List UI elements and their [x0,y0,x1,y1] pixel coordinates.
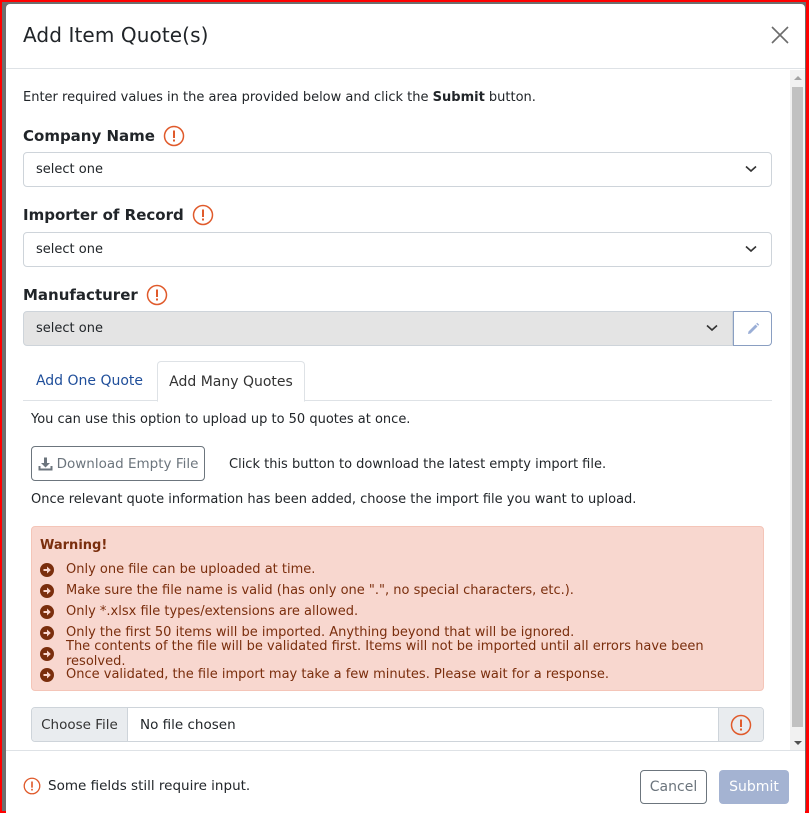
scroll-up-arrow-icon [793,75,802,80]
warning-item-text: Only one file can be uploaded at time. [66,562,316,577]
modal-footer: Some fields still require input. Cancel … [6,750,805,813]
arrow-circle-right-icon [40,604,54,619]
required-alert-icon [192,204,214,226]
modal-body: Enter required values in the area provid… [6,70,790,750]
submit-button[interactable]: Submit [719,770,789,804]
importer-of-record-label-text: Importer of Record [23,206,184,224]
company-name-label: Company Name [23,125,185,147]
warning-item-text: Once validated, the file import may take… [66,667,609,682]
warning-item: The contents of the file will be validat… [40,639,763,669]
arrow-circle-right-icon [40,562,54,577]
modal-header: Add Item Quote(s) [6,4,805,69]
importer-of-record-value: select one [36,242,103,257]
close-icon [771,26,789,44]
arrow-circle-right-icon [40,625,54,640]
required-alert-icon [163,125,185,147]
close-button[interactable] [769,24,791,46]
intro-text-bold: Submit [432,90,485,105]
manufacturer-label: Manufacturer [23,284,168,306]
manufacturer-value: select one [36,321,103,336]
company-name-value: select one [36,162,103,177]
required-alert-icon [730,714,752,736]
modal-title: Add Item Quote(s) [23,23,209,47]
download-icon [38,457,53,470]
warning-item: Make sure the file name is valid (has on… [40,580,763,601]
warning-item: Only one file can be uploaded at time. [40,559,763,580]
manufacturer-select[interactable]: select one [23,311,733,346]
manufacturer-label-text: Manufacturer [23,286,138,304]
add-item-quotes-modal: Add Item Quote(s) Enter required values … [6,4,805,813]
intro-text: Enter required values in the area provid… [23,90,536,105]
arrow-circle-right-icon [40,583,54,598]
company-name-select[interactable]: select one [23,152,772,187]
file-input-group: Choose File No file chosen [31,707,764,742]
importer-of-record-select[interactable]: select one [23,232,772,267]
validation-message-text: Some fields still require input. [48,778,251,794]
modal-body-scrollbar[interactable] [790,70,805,750]
chevron-down-icon [745,245,757,253]
download-empty-file-label: Download Empty File [56,455,199,472]
arrow-circle-right-icon [40,667,54,682]
download-empty-file-button[interactable]: Download Empty File [31,446,205,481]
validation-message: Some fields still require input. [23,777,250,795]
window-frame: Add Item Quote(s) Enter required values … [0,0,809,813]
intro-text-start: Enter required values in the area provid… [23,90,433,105]
cancel-button[interactable]: Cancel [640,770,707,804]
importer-of-record-label: Importer of Record [23,204,214,226]
scroll-down-button[interactable] [790,735,805,750]
arrow-circle-right-icon [40,646,54,661]
warning-item: Only *.xlsx file types/extensions are al… [40,601,763,622]
scroll-down-arrow-icon [793,740,802,745]
scrollbar-thumb[interactable] [792,87,803,727]
many-quotes-intro: You can use this option to upload up to … [31,412,411,427]
warning-item-text: Make sure the file name is valid (has on… [66,583,574,598]
warning-alert: Warning! Only one file can be uploaded a… [31,526,764,691]
file-name-display[interactable]: No file chosen [128,708,718,741]
required-alert-icon [146,284,168,306]
tab-add-many-quotes[interactable]: Add Many Quotes [157,361,305,402]
warning-title: Warning! [40,538,108,553]
choose-file-hint: Once relevant quote information has been… [31,492,637,507]
warning-item-text: The contents of the file will be validat… [66,638,704,669]
download-hint: Click this button to download the latest… [229,457,607,472]
scroll-up-button[interactable] [790,70,805,85]
intro-text-end: button. [484,90,536,105]
file-required-indicator [718,708,763,741]
warning-list: Only one file can be uploaded at time. M… [40,559,763,685]
company-name-label-text: Company Name [23,127,155,145]
warning-item-text: Only *.xlsx file types/extensions are al… [66,604,359,619]
tab-add-one-quote[interactable]: Add One Quote [23,361,156,401]
pencil-icon [747,322,759,334]
edit-manufacturer-button[interactable] [733,311,772,346]
choose-file-button[interactable]: Choose File [32,708,128,741]
required-alert-icon [23,777,41,795]
chevron-down-icon [706,324,718,332]
quote-tabs: Add One Quote Add Many Quotes [23,361,772,402]
chevron-down-icon [745,165,757,173]
